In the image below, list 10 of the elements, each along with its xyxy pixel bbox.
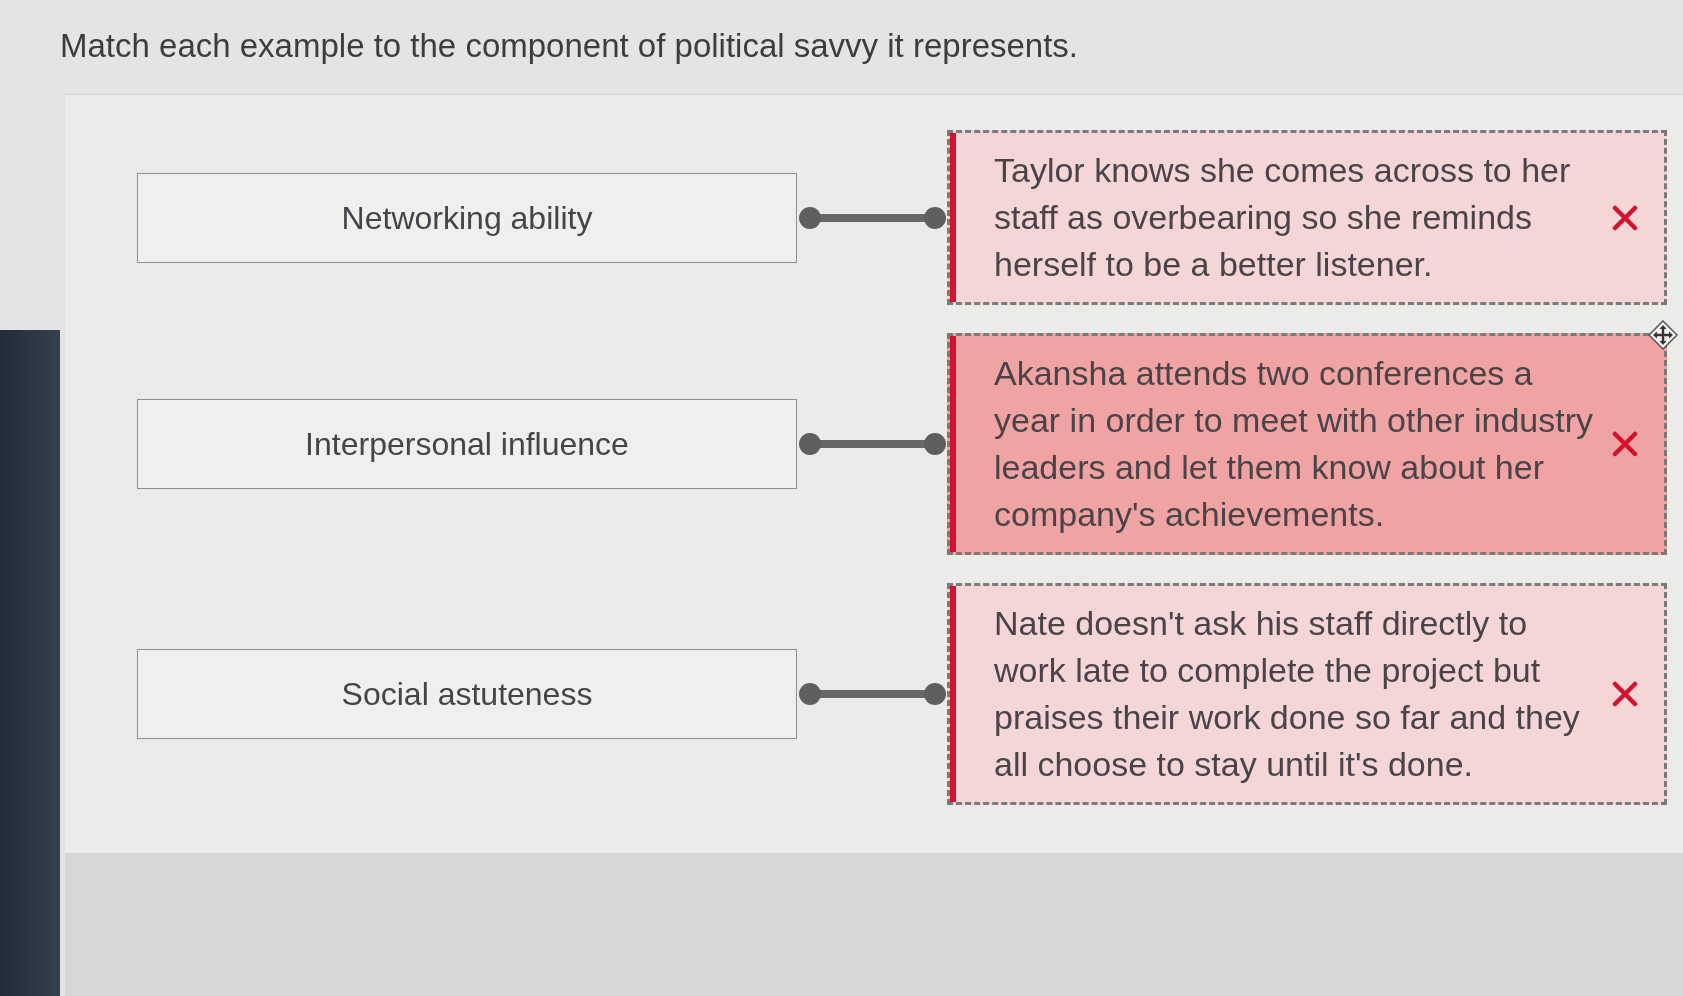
match-term: Interpersonal influence bbox=[137, 399, 797, 489]
example-text: Nate doesn't ask his staff directly to work late to complete the project but praises their work done so far and they all choose to stay until it's done. bbox=[994, 603, 1581, 785]
instruction-text: Match each example to the component of political savvy it represents. bbox=[60, 26, 1080, 66]
example-text: Taylor knows she comes across to her staff as overbearing so she reminds herself to be a better listener. bbox=[994, 150, 1572, 285]
example-text: Akansha attends two conferences a year in order to meet with other industry leaders and let them know about her company's achievements. bbox=[994, 353, 1595, 535]
answer-card[interactable]: Taylor knows she comes across to her staff as overbearing so she reminds herself to be a better listener. bbox=[947, 130, 1667, 305]
match-term: Social astuteness bbox=[137, 649, 797, 739]
move-cursor-icon bbox=[1648, 320, 1678, 350]
answer-card[interactable]: Nate doesn't ask his staff directly to work late to complete the project but praises their work done so far and they all choose to stay until it's done. bbox=[947, 583, 1667, 805]
match-term: Networking ability bbox=[137, 172, 797, 263]
